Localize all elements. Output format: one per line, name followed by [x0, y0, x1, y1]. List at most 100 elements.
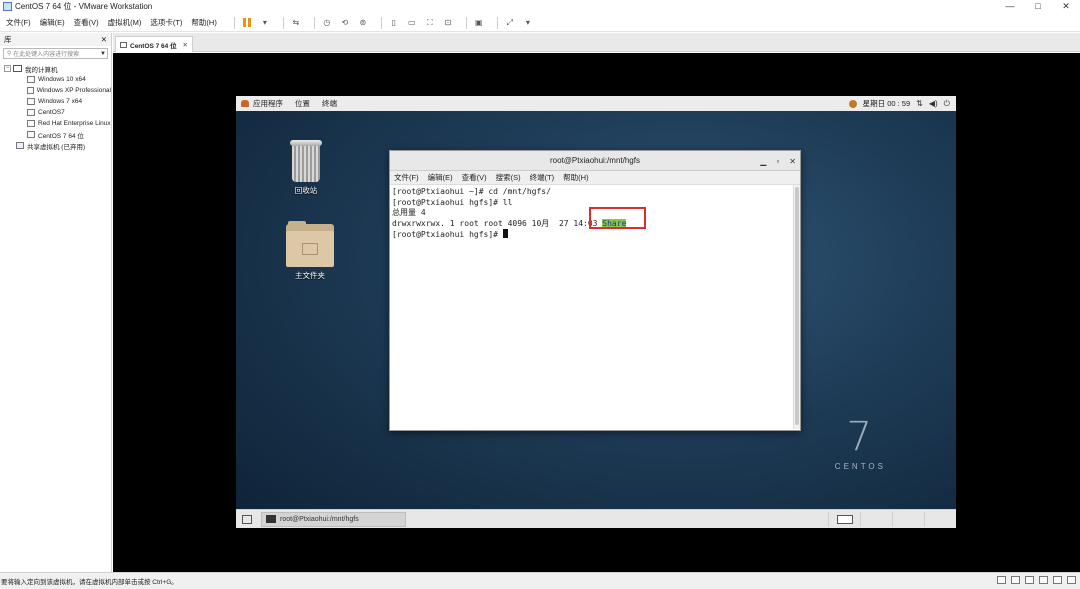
chevron-down-icon[interactable]: ▾ — [259, 17, 271, 29]
vmware-app-icon — [3, 2, 12, 11]
workspace-3[interactable] — [892, 512, 924, 527]
vmware-window: CentOS 7 64 位 - VMware Workstation — □ ✕… — [0, 0, 1080, 589]
collapse-icon[interactable]: − — [4, 65, 11, 72]
maximize-icon[interactable]: □ — [1024, 0, 1052, 13]
menu-view[interactable]: 查看(V) — [74, 17, 99, 28]
search-input[interactable]: 在此处键入内容进行搜索 — [13, 49, 99, 58]
tree-item-vm[interactable]: CentOS7 — [0, 107, 111, 118]
tree-item-vm-active[interactable]: CentOS 7 64 位 — [0, 129, 111, 140]
terminal-scrollbar[interactable] — [793, 185, 800, 429]
pause-icon[interactable] — [241, 17, 253, 29]
workspace-4[interactable] — [924, 512, 956, 527]
sound-card-icon[interactable] — [1053, 576, 1062, 584]
tree-item-vm[interactable]: Windows 7 x64 — [0, 96, 111, 107]
toolbar-divider — [496, 16, 498, 29]
vm-icon — [27, 109, 35, 116]
tree-item-my-computer[interactable]: − 我的计算机 — [0, 63, 111, 74]
terminal-output[interactable]: [root@Ptxiaohui ~]# cd /mnt/hgfs/ [root@… — [390, 185, 800, 429]
close-icon[interactable]: ✕ — [183, 41, 188, 49]
workspace-switcher — [828, 512, 956, 527]
guest-desktop[interactable]: 应用程序 位置 终端 星期日 00 : 59 ⇅ ◀) ⏻ 回收站 主文件夹 7… — [236, 96, 956, 528]
computer-icon — [13, 65, 22, 72]
hard-disk-icon[interactable] — [997, 576, 1006, 584]
desktop-icon-label: 主文件夹 — [295, 271, 325, 280]
menu-vm[interactable]: 虚拟机(M) — [108, 17, 142, 28]
cd-drive-icon[interactable] — [1011, 576, 1020, 584]
workspace-2[interactable] — [860, 512, 892, 527]
tab-strip: CentOS 7 64 位 ✕ — [113, 33, 1080, 52]
console-view-icon[interactable]: ▣ — [473, 17, 485, 29]
network-icon[interactable]: ⇅ — [916, 99, 923, 108]
tree-item-vm[interactable]: Windows XP Professional — [0, 85, 111, 96]
terminal-menu-file[interactable]: 文件(F) — [394, 172, 419, 183]
desktop-icon-label: 回收站 — [294, 186, 318, 195]
maximize-icon[interactable]: ▫ — [776, 157, 779, 166]
title-bar: CentOS 7 64 位 - VMware Workstation — □ ✕ — [0, 0, 1080, 13]
stretch-guest-icon[interactable]: ⤢ — [504, 17, 516, 29]
snapshot-manager-icon[interactable]: ⊚ — [357, 17, 369, 29]
thumbnail-view-icon[interactable]: ▭ — [406, 17, 418, 29]
close-icon[interactable]: ✕ — [101, 35, 107, 44]
show-desktop-icon[interactable] — [242, 514, 252, 524]
terminal-titlebar[interactable]: root@Ptxiaohui:/mnt/hgfs ▁ ▫ ✕ — [390, 151, 800, 171]
clock[interactable]: 星期日 00 : 59 — [863, 98, 911, 109]
taskbar-item-terminal[interactable]: root@Ptxiaohui:/mnt/hgfs — [261, 511, 406, 527]
menu-tabs[interactable]: 选项卡(T) — [150, 17, 182, 28]
terminal-menu-view[interactable]: 查看(V) — [462, 172, 487, 183]
menu-file[interactable]: 文件(F) — [6, 17, 31, 28]
scrollbar-thumb[interactable] — [795, 187, 799, 425]
terminal-line: [root@Ptxiaohui ~]# cd /mnt/hgfs/ — [392, 187, 551, 196]
places-menu[interactable]: 位置 — [295, 98, 310, 109]
tree-item-vm[interactable]: Windows 10 x64 — [0, 74, 111, 85]
menu-bar: 文件(F) 编辑(E) 查看(V) 虚拟机(M) 选项卡(T) 帮助(H) ▾ … — [0, 14, 1080, 32]
volume-icon[interactable]: ◀) — [929, 99, 938, 108]
terminal-window[interactable]: root@Ptxiaohui:/mnt/hgfs ▁ ▫ ✕ 文件(F) 编辑(… — [389, 150, 801, 431]
system-tray: 星期日 00 : 59 ⇅ ◀) ⏻ — [848, 96, 950, 111]
gnome-foot-icon — [241, 100, 249, 107]
send-ctrl-alt-del-icon[interactable]: ⇆ — [290, 17, 302, 29]
applications-menu[interactable]: 应用程序 — [241, 98, 283, 109]
vm-icon — [27, 87, 34, 94]
vm-display[interactable]: 应用程序 位置 终端 星期日 00 : 59 ⇅ ◀) ⏻ 回收站 主文件夹 7… — [113, 53, 1080, 572]
tree-label: CentOS7 — [38, 109, 65, 116]
terminal-menu-terminal[interactable]: 终端(T) — [530, 172, 555, 183]
usb-icon[interactable] — [1039, 576, 1048, 584]
tree-item-vm[interactable]: Red Hat Enterprise Linux — [0, 118, 111, 129]
terminal-menu-edit[interactable]: 编辑(E) — [428, 172, 453, 183]
close-icon[interactable]: ✕ — [1052, 0, 1080, 13]
library-view-icon[interactable]: ▯ — [388, 17, 400, 29]
tree-item-shared-vms[interactable]: 共享虚拟机 (已弃用) — [0, 140, 111, 151]
snapshot-icon[interactable]: ◷ — [321, 17, 333, 29]
gnome-logo-icon[interactable] — [848, 99, 857, 108]
menu-edit[interactable]: 编辑(E) — [40, 17, 65, 28]
tree-label: Red Hat Enterprise Linux — [38, 120, 111, 127]
toolbar-divider — [380, 16, 382, 29]
desktop-trash[interactable]: 回收站 — [289, 140, 323, 196]
tab-label: CentOS 7 64 位 — [130, 42, 177, 50]
terminal-menu-search[interactable]: 搜索(S) — [496, 172, 521, 183]
desktop-home-folder[interactable]: 主文件夹 — [286, 221, 334, 281]
tree-label: 我的计算机 — [25, 66, 58, 74]
workspace-1[interactable] — [828, 512, 860, 527]
minimize-icon[interactable]: — — [996, 0, 1024, 13]
library-search[interactable]: ⚲ 在此处键入内容进行搜索 ▼ — [3, 48, 108, 59]
unity-icon[interactable]: ⊡ — [442, 17, 454, 29]
chevron-down-icon[interactable]: ▾ — [522, 17, 534, 29]
gnome-bottom-bar: root@Ptxiaohui:/mnt/hgfs — [236, 509, 956, 528]
revert-snapshot-icon[interactable]: ⟲ — [339, 17, 351, 29]
terminal-menu[interactable]: 终端 — [322, 98, 337, 109]
vm-icon — [27, 120, 35, 127]
chevron-down-icon[interactable]: ▼ — [99, 51, 107, 57]
minimize-icon[interactable]: ▁ — [760, 157, 766, 166]
tab-vm[interactable]: CentOS 7 64 位 ✕ — [115, 36, 193, 52]
terminal-menu-help[interactable]: 帮助(H) — [563, 172, 588, 183]
fullscreen-icon[interactable]: ⛶ — [424, 17, 436, 29]
highlight-annotation-box — [589, 207, 646, 229]
network-adapter-icon[interactable] — [1025, 576, 1034, 584]
close-icon[interactable]: ✕ — [789, 157, 796, 166]
library-header: 库 ✕ — [0, 33, 111, 46]
menu-help[interactable]: 帮助(H) — [191, 17, 216, 28]
power-icon[interactable]: ⏻ — [944, 99, 950, 109]
display-icon[interactable] — [1067, 576, 1076, 584]
tree-label: Windows 10 x64 — [38, 76, 86, 83]
